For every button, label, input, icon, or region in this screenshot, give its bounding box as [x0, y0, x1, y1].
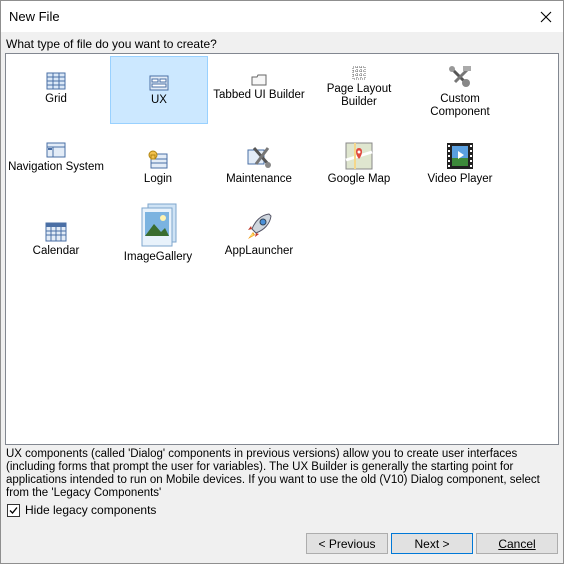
description-text: UX components (called 'Dialog' component…	[6, 448, 540, 499]
tile-label: Custom Component	[430, 93, 490, 118]
hide-legacy-checkbox[interactable]: Hide legacy components	[7, 503, 156, 517]
hide-legacy-label: Hide legacy components	[25, 503, 157, 517]
ux-icon	[149, 57, 169, 91]
file-type-google-map[interactable]: Google Map	[311, 138, 407, 204]
navigation-icon	[46, 136, 66, 158]
previous-button[interactable]: < Previous	[306, 533, 388, 554]
next-button-label: Next >	[414, 536, 450, 551]
file-type-calendar[interactable]: Calendar	[8, 210, 104, 276]
next-button[interactable]: Next >	[391, 533, 473, 554]
file-type-ux[interactable]: UX	[110, 56, 208, 124]
login-icon	[147, 138, 169, 170]
film-icon	[446, 138, 474, 170]
tile-label: Tabbed UI Builder	[213, 89, 305, 101]
tile-label: Grid	[45, 93, 67, 105]
grid-icon	[46, 58, 66, 90]
tile-label: ImageGallery	[123, 251, 193, 263]
file-type-navigation-system[interactable]: Navigation System	[8, 136, 104, 208]
cancel-button[interactable]: Cancel	[476, 533, 558, 554]
tile-label: Page Layout Builder	[326, 83, 392, 108]
file-type-grid[interactable]: Grid	[8, 58, 104, 124]
file-type-page-layout-builder[interactable]: Page Layout Builder	[311, 58, 407, 124]
file-type-app-launcher[interactable]: AppLauncher	[210, 210, 308, 276]
checkbox-box[interactable]	[7, 503, 20, 517]
tile-label: AppLauncher	[224, 245, 294, 257]
maintenance-icon	[246, 138, 272, 170]
file-type-maintenance[interactable]: Maintenance	[210, 138, 308, 204]
file-type-tabbed-ui-builder[interactable]: Tabbed UI Builder	[210, 58, 308, 124]
tools-icon	[447, 58, 473, 90]
close-button[interactable]	[529, 1, 563, 32]
page-layout-icon	[352, 58, 366, 80]
image-gallery-icon	[136, 202, 180, 248]
tile-label: Video Player	[427, 173, 493, 185]
close-icon	[540, 11, 552, 22]
checkmark-icon	[9, 506, 18, 514]
rocket-icon	[245, 210, 273, 242]
file-type-image-gallery[interactable]: ImageGallery	[110, 202, 206, 270]
file-type-custom-component[interactable]: Custom Component	[412, 58, 508, 124]
map-icon	[345, 138, 373, 170]
tile-label: Navigation System	[8, 161, 104, 173]
new-file-dialog: New File What type of file do you want t…	[0, 0, 564, 564]
tile-label: Login	[143, 173, 173, 185]
prompt-label: What type of file do you want to create?	[6, 37, 217, 51]
cancel-button-label: Cancel	[498, 536, 536, 551]
dialog-title: New File	[9, 9, 60, 24]
folder-tab-icon	[251, 58, 267, 86]
tile-label: Maintenance	[226, 173, 292, 185]
tile-label: UX	[151, 94, 167, 106]
tile-label: Calendar	[32, 245, 80, 257]
tile-label: Google Map	[327, 173, 391, 185]
file-type-login[interactable]: Login	[110, 138, 206, 204]
title-bar: New File	[1, 1, 563, 32]
calendar-icon	[45, 210, 67, 242]
previous-button-label: < Previous	[318, 536, 376, 551]
file-type-video-player[interactable]: Video Player	[412, 138, 508, 204]
file-type-list[interactable]: Grid UX Tabbed UI Builder Page Layout Bu…	[5, 53, 559, 445]
